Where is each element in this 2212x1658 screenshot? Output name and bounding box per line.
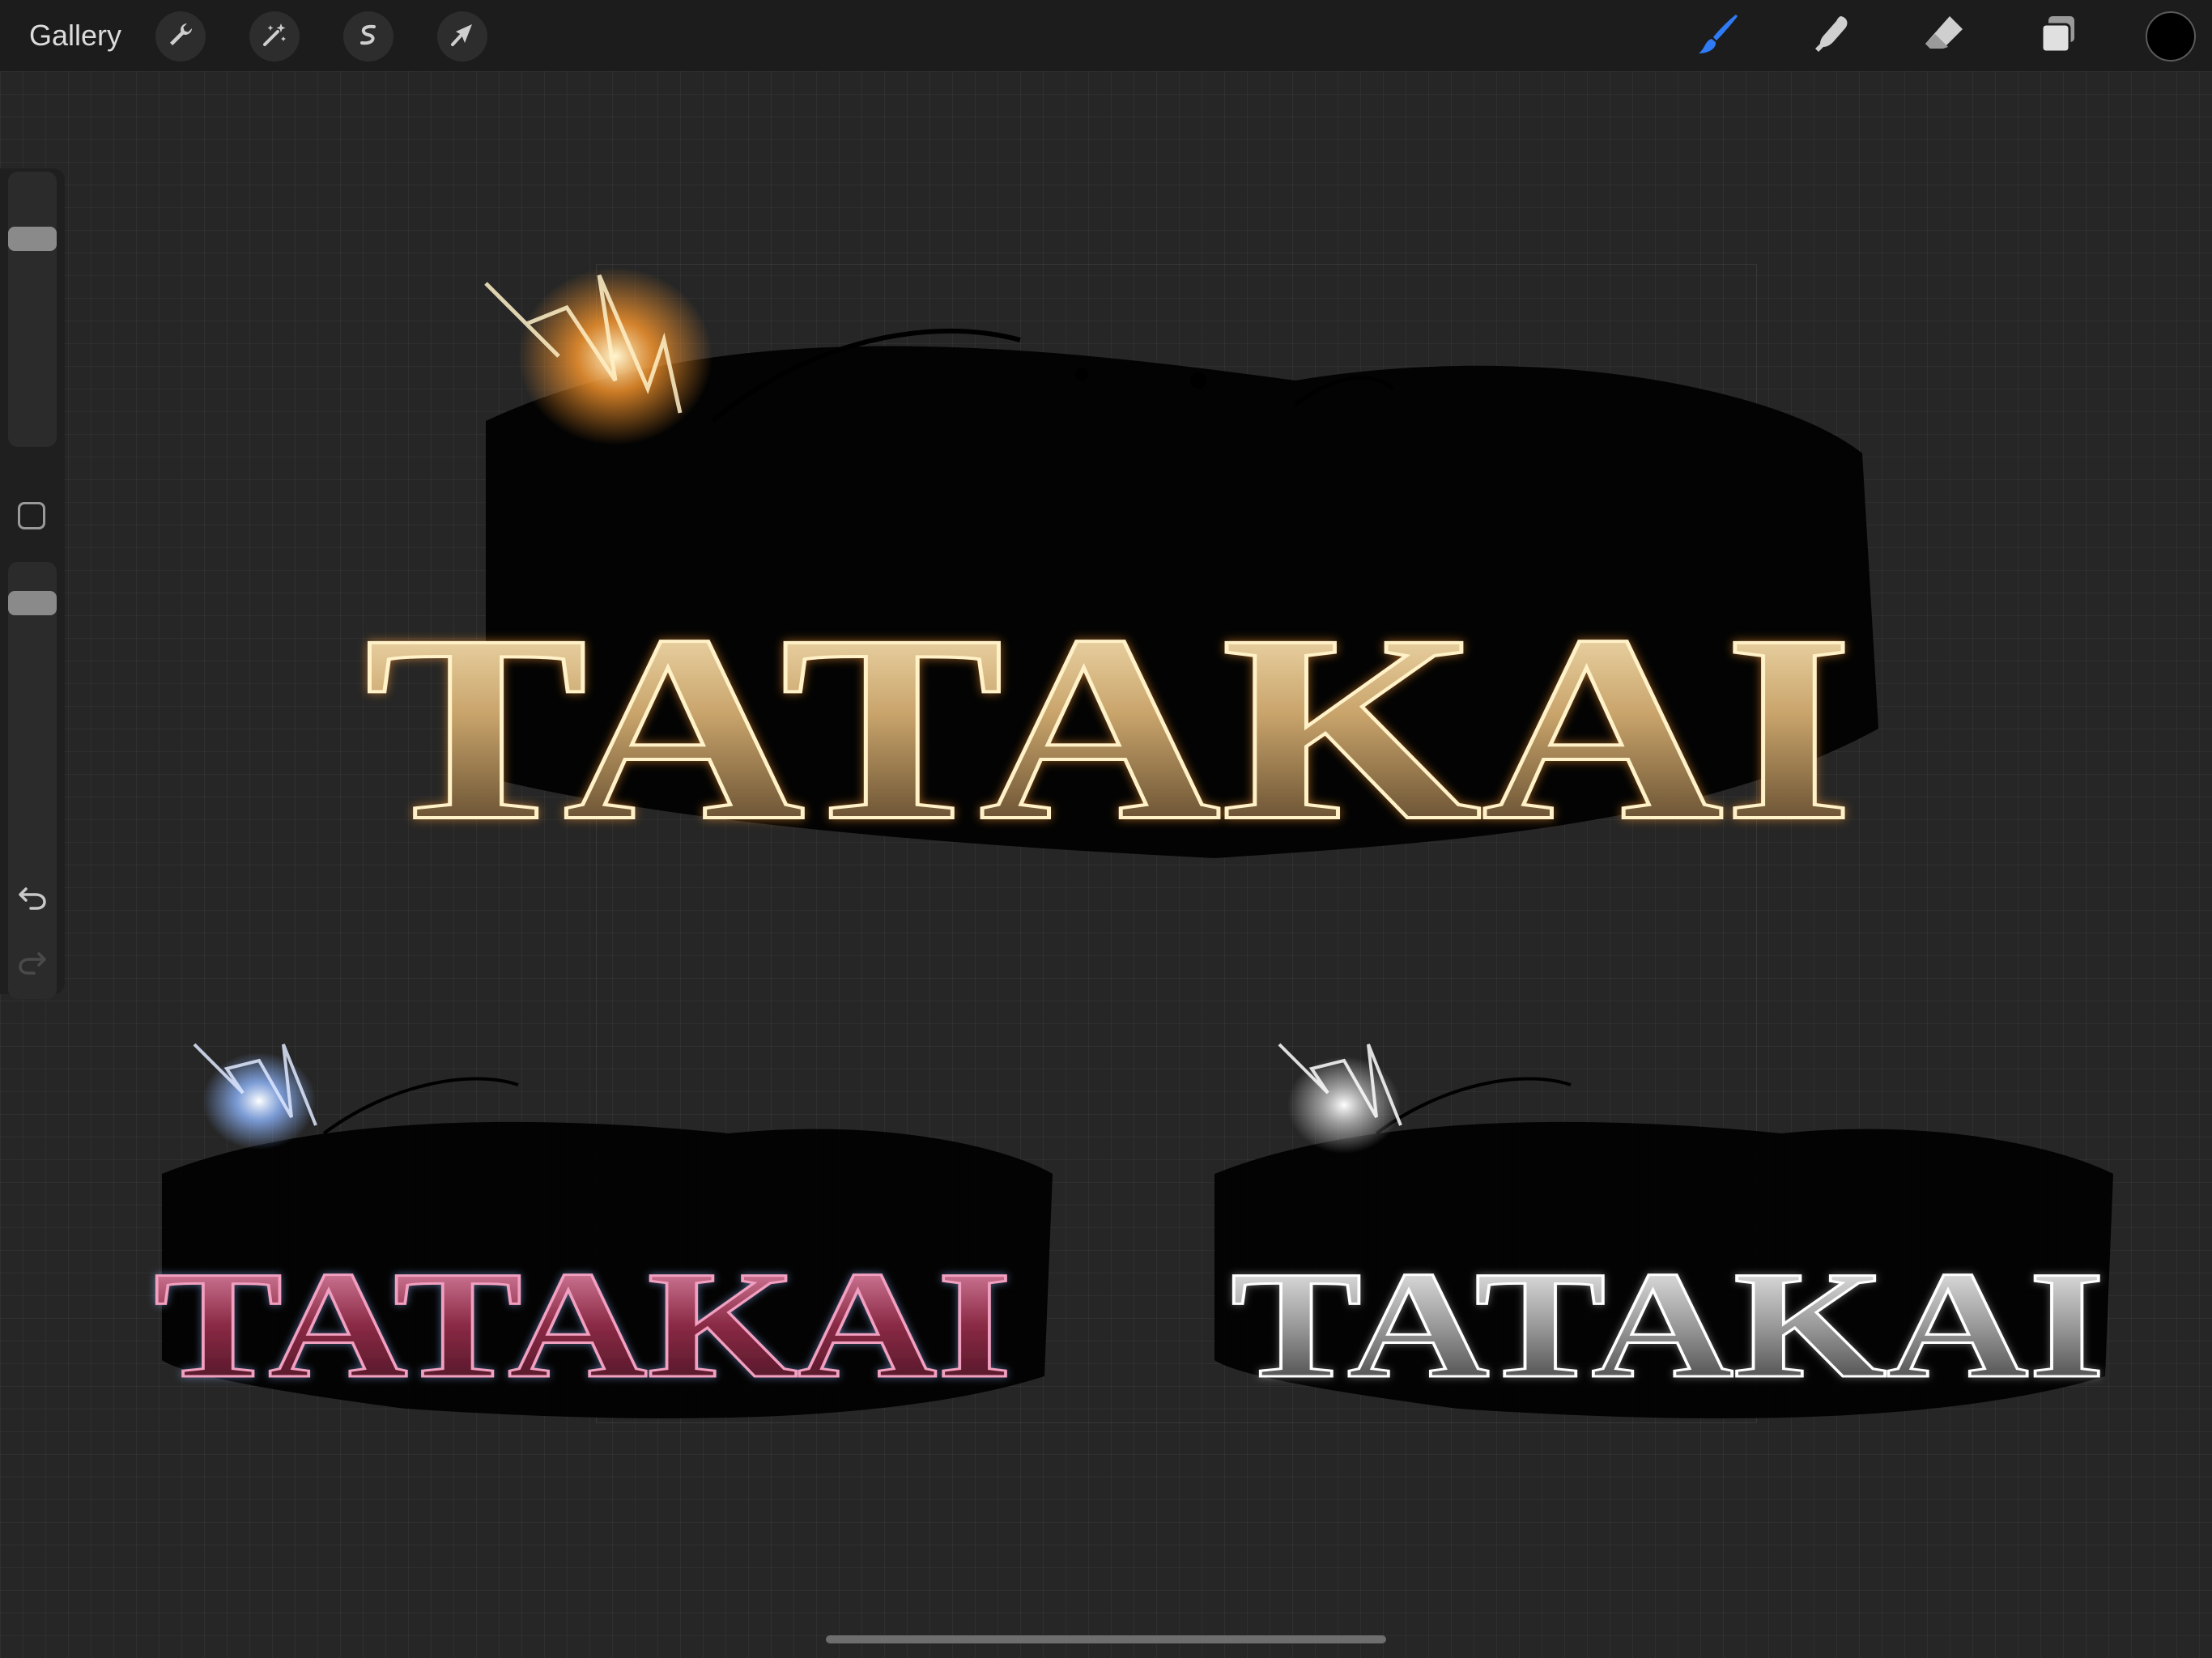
color-picker-swatch[interactable]: [2146, 11, 2196, 62]
brush-size-thumb[interactable]: [8, 227, 57, 252]
layers-button[interactable]: [2032, 10, 2084, 62]
left-sidebar: [0, 168, 65, 999]
magic-wand-icon: [260, 20, 289, 53]
actions-button[interactable]: [155, 11, 206, 62]
gallery-button[interactable]: Gallery: [29, 16, 121, 55]
smudge-finger-icon: [1809, 11, 1854, 61]
undo-button[interactable]: [15, 881, 50, 916]
layers-icon: [2035, 11, 2081, 61]
smudge-tool-button[interactable]: [1806, 10, 1857, 62]
brush-opacity-slider[interactable]: [8, 562, 57, 999]
transform-button[interactable]: [437, 11, 487, 62]
undo-icon: [16, 881, 49, 917]
eraser-icon: [1922, 11, 1967, 61]
eraser-tool-button[interactable]: [1919, 10, 1971, 62]
adjustments-button[interactable]: [249, 11, 300, 62]
canvas-boundary: [596, 264, 1757, 1423]
brush-icon: [1694, 10, 1742, 62]
modify-button[interactable]: [18, 502, 45, 529]
wrench-icon: [166, 20, 195, 53]
top-toolbar: Gallery: [0, 0, 2212, 71]
redo-icon: [16, 946, 49, 982]
brush-tool-button[interactable]: [1692, 10, 1744, 62]
brush-size-slider[interactable]: [8, 172, 57, 447]
redo-button[interactable]: [15, 946, 50, 981]
selection-s-icon: [354, 20, 383, 53]
brush-opacity-thumb[interactable]: [8, 590, 57, 615]
arrow-cursor-icon: [448, 20, 477, 53]
home-indicator[interactable]: [826, 1635, 1386, 1643]
selection-button[interactable]: [343, 11, 393, 62]
